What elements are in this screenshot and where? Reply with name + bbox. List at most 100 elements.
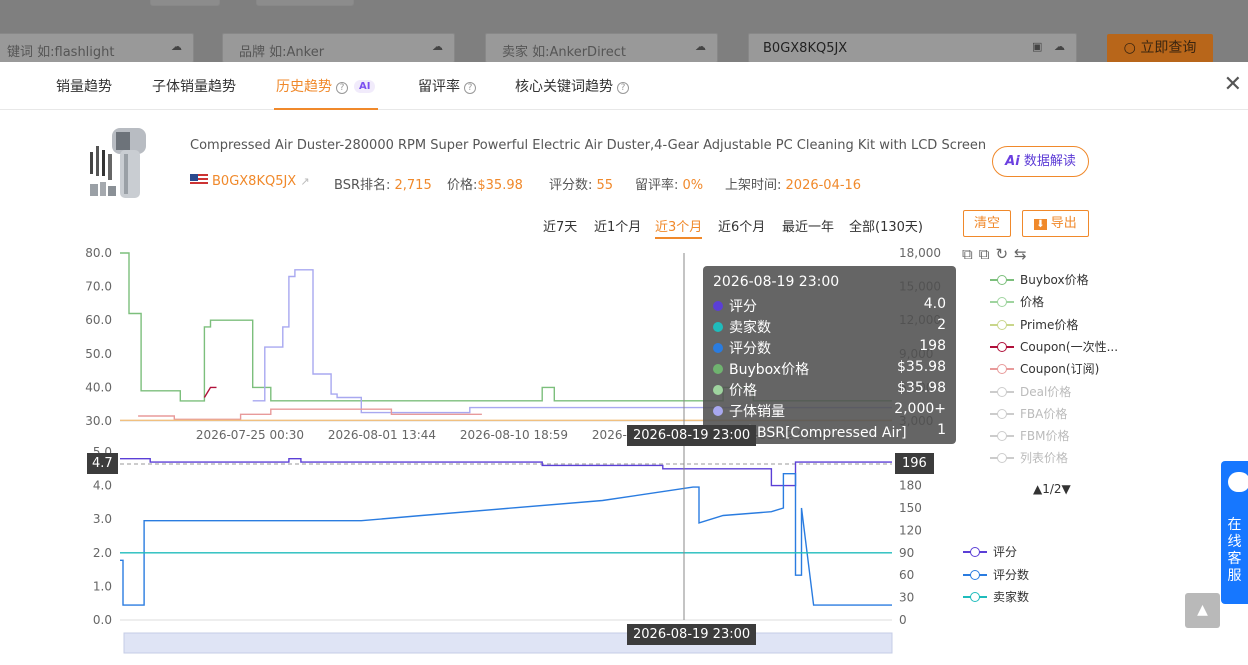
y-axis-pointer-label-right: 196 xyxy=(895,453,934,474)
range-7d[interactable]: 近7天 xyxy=(543,216,577,235)
range-1m[interactable]: 近1个月 xyxy=(594,216,641,235)
chat-bubble-icon[interactable] xyxy=(1228,472,1248,492)
legend-item[interactable]: FBA价格 xyxy=(990,405,1067,422)
legend-item[interactable]: Deal价格 xyxy=(990,383,1071,400)
tooltip-row: 卖家数 2 xyxy=(713,317,946,338)
back-to-top-button[interactable]: ▲ xyxy=(1185,593,1220,628)
help-icon[interactable]: ? xyxy=(336,82,348,94)
query-label: 立即查询 xyxy=(1140,40,1197,56)
tooltip-value: 1 xyxy=(937,422,946,438)
tab-bar: 销量趋势 子体销量趋势 历史趋势? AI 留评率? 核心关键词趋势? xyxy=(0,62,1248,110)
legend-item[interactable]: Prime价格 xyxy=(990,316,1078,333)
search-bar: 键词 如:flashlight ☁ 品牌 如:Anker ☁ 卖家 如:Anke… xyxy=(0,0,1248,63)
y-right-tick-label: 18,000 xyxy=(899,246,941,260)
ai-interpret-button[interactable]: Ai 数据解读 xyxy=(992,146,1089,177)
legend-marker-icon xyxy=(990,364,1014,375)
launch-meta: 上架时间: 2026-04-16 xyxy=(725,174,861,193)
product-asin[interactable]: B0GX8KQ5JX ↗ xyxy=(190,174,310,189)
series-dot-icon xyxy=(713,343,723,353)
y-tick-label: 70.0 xyxy=(85,280,112,294)
tooltip-label: Buybox价格 xyxy=(729,362,810,378)
rating-count-meta: 评分数: 55 xyxy=(549,174,613,193)
price-meta: 价格:$35.98 xyxy=(447,174,523,193)
review-rate-meta: 留评率: 0% xyxy=(635,174,703,193)
clear-button[interactable]: 清空 xyxy=(963,210,1011,237)
legend-item[interactable]: 评分 xyxy=(963,543,1017,560)
legend-item[interactable]: 价格 xyxy=(990,293,1044,310)
series-dot-icon xyxy=(713,385,723,395)
export-button[interactable]: ⬇ 导出 xyxy=(1022,210,1089,237)
upload-icon[interactable]: ☁ xyxy=(695,40,709,54)
price-label: 价格: xyxy=(447,178,478,193)
launch-value: 2026-04-16 xyxy=(785,178,862,193)
legend-item[interactable]: 评分数 xyxy=(963,566,1029,583)
product-image[interactable] xyxy=(86,124,158,202)
tab-variant-sales-trend[interactable]: 子体销量趋势 xyxy=(152,76,236,96)
legend-pager[interactable]: ▲1/2▼ xyxy=(1033,482,1071,496)
tab-core-keyword-trend[interactable]: 核心关键词趋势? xyxy=(515,76,629,96)
legend-item[interactable]: FBM价格 xyxy=(990,427,1070,444)
series-dot-icon xyxy=(713,406,723,416)
seller-input[interactable]: 卖家 如:AnkerDirect ☁ xyxy=(485,33,718,63)
y-tick-label: 0.0 xyxy=(93,613,112,627)
upload-icon[interactable]: ☁ xyxy=(171,40,185,54)
range-3m[interactable]: 近3个月 xyxy=(655,216,703,239)
upload-icon[interactable]: ☁ xyxy=(432,40,446,54)
close-icon[interactable]: ✕ xyxy=(1224,72,1242,97)
legend-item[interactable]: Coupon(订阅) xyxy=(990,360,1099,377)
zoom-reset-icon[interactable]: ⧉ xyxy=(979,245,996,263)
legend-marker-icon xyxy=(990,275,1014,285)
y-tick-label: 3.0 xyxy=(93,512,112,526)
keyword-input[interactable]: 键词 如:flashlight ☁ xyxy=(0,33,194,63)
ai-logo-icon: Ai xyxy=(1005,154,1020,169)
tooltip-rows: 评分 4.0 卖家数 2 评分数 198 Buybox价格 $35.98 价格 $35.98 子体销… xyxy=(713,296,946,443)
external-link-icon[interactable]: ↗ xyxy=(300,175,309,188)
brand-placeholder: 品牌 如:Anker xyxy=(239,45,325,60)
tab-review-rate[interactable]: 留评率? xyxy=(418,76,476,96)
tooltip-label: 价格 xyxy=(729,383,757,399)
legend-item[interactable]: Buybox价格 xyxy=(990,271,1089,288)
toggle-icon[interactable]: ⇆ xyxy=(1014,245,1033,263)
tooltip-row: 评分 4.0 xyxy=(713,296,946,317)
legend-label: Deal价格 xyxy=(1020,384,1072,399)
y-tick-label: 4.0 xyxy=(93,479,112,493)
help-icon[interactable]: ? xyxy=(464,82,476,94)
y-tick-label: 50.0 xyxy=(85,347,112,361)
tab-sales-trend[interactable]: 销量趋势 xyxy=(56,76,112,96)
tooltip-label: 评分 xyxy=(729,299,757,315)
tab-label: 留评率 xyxy=(418,79,460,95)
legend-label: 评分 xyxy=(993,545,1018,559)
product-title[interactable]: Compressed Air Duster-280000 RPM Super P… xyxy=(190,138,990,153)
bsr-label: BSR排名: xyxy=(334,178,391,193)
search-bar-top-edge xyxy=(150,0,220,6)
brand-input[interactable]: 品牌 如:Anker ☁ xyxy=(222,33,455,63)
range-1y[interactable]: 最近一年 xyxy=(782,216,834,235)
y-tick-label: 40.0 xyxy=(85,380,112,394)
bsr-value: 2,715 xyxy=(394,178,432,193)
x-tick-label: 2026-08-10 18:59 xyxy=(460,428,568,442)
y-tick-label: 80.0 xyxy=(85,246,112,260)
upload-icon[interactable]: ☁ xyxy=(1054,40,1068,54)
legend-item[interactable]: Coupon(一次性... xyxy=(990,338,1118,355)
help-icon[interactable]: ? xyxy=(617,82,629,94)
legend-item[interactable]: 卖家数 xyxy=(963,588,1029,605)
range-all[interactable]: 全部(130天) xyxy=(849,216,923,235)
camera-icon[interactable]: ▣ xyxy=(1032,40,1046,54)
legend-label: Coupon(订阅) xyxy=(1020,362,1100,377)
tooltip-value: $35.98 xyxy=(897,380,946,396)
range-6m[interactable]: 近6个月 xyxy=(718,216,765,235)
series-line xyxy=(138,408,482,420)
restore-icon[interactable]: ↻ xyxy=(995,245,1014,263)
tooltip-row: 评分数 198 xyxy=(713,338,946,359)
legend-item[interactable]: 列表价格 xyxy=(990,449,1068,466)
query-button[interactable]: ○ 立即查询 xyxy=(1107,34,1213,63)
tab-history-trend[interactable]: 历史趋势? AI xyxy=(276,76,376,96)
asin-input[interactable]: B0GX8KQ5JX ▣ ☁ xyxy=(748,33,1077,63)
zoom-icon[interactable]: ⧉ xyxy=(962,245,979,263)
active-tab-underline xyxy=(274,108,378,110)
tooltip-value: $35.98 xyxy=(897,359,946,375)
keyword-placeholder: 键词 如:flashlight xyxy=(7,45,115,60)
y-tick-label: 2.0 xyxy=(93,546,112,560)
review-rate-label: 留评率: xyxy=(635,178,679,193)
tooltip-title: 2026-08-19 23:00 xyxy=(713,274,840,290)
